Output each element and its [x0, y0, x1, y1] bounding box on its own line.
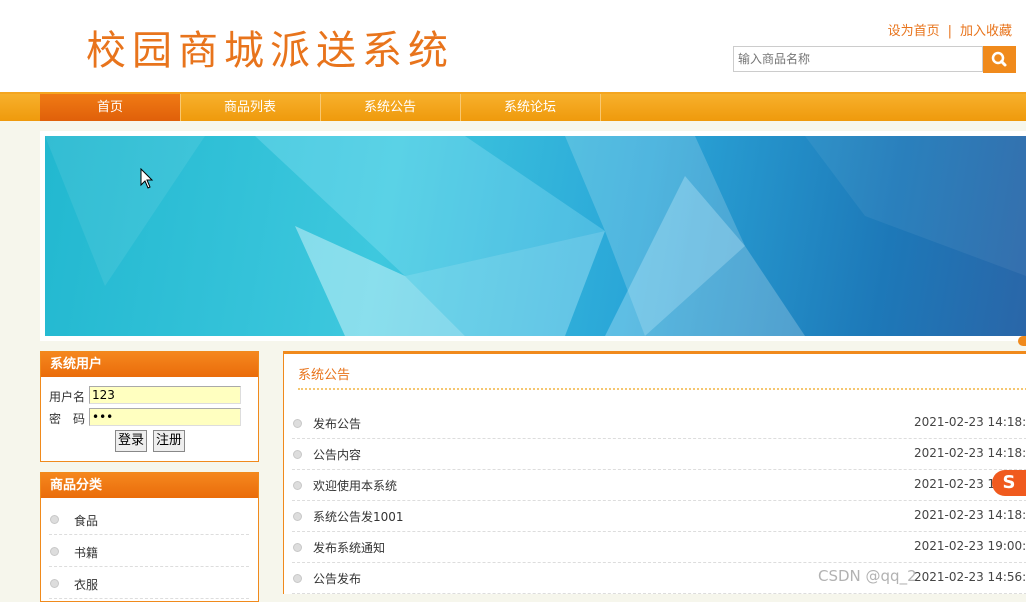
announcement-row[interactable]: 欢迎使用本系统 2021-02-23 14: [292, 470, 1026, 501]
watermark: CSDN @qq_2: [818, 567, 917, 585]
username-label: 用户名: [49, 390, 86, 404]
category-panel: 商品分类 食品 书籍 衣服: [40, 472, 259, 602]
announcement-date: 2021-02-23 14: [914, 477, 1003, 491]
category-label: 衣服: [74, 578, 99, 592]
site-logo[interactable]: 校园商城派送系统: [86, 18, 454, 76]
announcement-panel-title: 系统公告: [298, 368, 351, 383]
username-field[interactable]: [89, 386, 241, 404]
bullet-icon: [293, 543, 302, 552]
bullet-icon: [293, 574, 302, 583]
search-icon: [991, 51, 1007, 67]
bullet-icon: [293, 419, 302, 428]
announcement-date: 2021-02-23 14:18:2: [914, 415, 1026, 429]
nav-home[interactable]: 首页: [40, 94, 181, 121]
top-links: 设为首页 | 加入收藏: [888, 20, 1012, 39]
set-homepage-link[interactable]: 设为首页: [888, 24, 940, 39]
announcement-date: 2021-02-23 14:18:3: [914, 446, 1026, 460]
banner-crystal-graphic: [45, 136, 1026, 336]
banner-slide-indicator[interactable]: [1018, 336, 1026, 346]
password-label: 密 码: [49, 412, 86, 426]
bullet-icon: [293, 512, 302, 521]
category-item[interactable]: 食品: [49, 504, 249, 535]
bullet-icon: [293, 450, 302, 459]
announcement-row[interactable]: 系统公告发1001 2021-02-23 14:18:4: [292, 501, 1026, 532]
search-input[interactable]: [733, 46, 983, 72]
header: 校园商城派送系统 设为首页 | 加入收藏: [0, 0, 1026, 92]
divider: [298, 388, 1026, 390]
announcement-row[interactable]: 发布公告 2021-02-23 14:18:2: [292, 408, 1026, 439]
bullet-icon: [293, 481, 302, 490]
announcement-title: 欢迎使用本系统: [313, 479, 398, 493]
register-button[interactable]: 注册: [153, 430, 186, 452]
announcement-date: 2021-02-23 14:18:4: [914, 508, 1026, 522]
banner: [40, 131, 1026, 341]
category-panel-title: 商品分类: [41, 473, 258, 498]
announcement-date: 2021-02-23 14:56:1: [914, 570, 1026, 584]
category-item[interactable]: 书籍: [49, 536, 249, 567]
login-button[interactable]: 登录: [115, 430, 148, 452]
announcement-panel: 系统公告 发布公告 2021-02-23 14:18:2 公告内容 2021-0…: [283, 351, 1026, 594]
login-panel: 系统用户 用户名 密 码 登录 注册: [40, 351, 259, 462]
mouse-cursor-icon: [140, 168, 154, 189]
add-favorite-link[interactable]: 加入收藏: [960, 24, 1012, 39]
search-button[interactable]: [983, 46, 1016, 73]
nav-product-list[interactable]: 商品列表: [180, 94, 321, 121]
link-separator: |: [947, 24, 952, 39]
category-label: 书籍: [74, 546, 99, 560]
announcement-title: 公告内容: [313, 448, 362, 462]
bullet-icon: [50, 547, 59, 556]
announcement-title: 发布公告: [313, 417, 362, 431]
password-field[interactable]: [89, 408, 241, 426]
bullet-icon: [50, 515, 59, 524]
announcement-row[interactable]: 公告内容 2021-02-23 14:18:3: [292, 439, 1026, 470]
announcement-title: 公告发布: [313, 572, 362, 586]
sogou-ime-icon[interactable]: S: [992, 470, 1026, 496]
category-label: 食品: [74, 514, 99, 528]
nav-forum[interactable]: 系统论坛: [460, 94, 601, 121]
category-item[interactable]: 衣服: [49, 568, 249, 599]
announcement-row[interactable]: 发布系统通知 2021-02-23 19:00:0: [292, 532, 1026, 563]
announcement-date: 2021-02-23 19:00:0: [914, 539, 1026, 553]
banner-image: [45, 136, 1026, 336]
bullet-icon: [50, 579, 59, 588]
main-nav: 首页 商品列表 系统公告 系统论坛: [0, 92, 1026, 121]
login-panel-title: 系统用户: [41, 352, 258, 377]
announcement-title: 发布系统通知: [313, 541, 386, 555]
nav-announcements[interactable]: 系统公告: [320, 94, 461, 121]
announcement-title: 系统公告发1001: [313, 510, 404, 524]
